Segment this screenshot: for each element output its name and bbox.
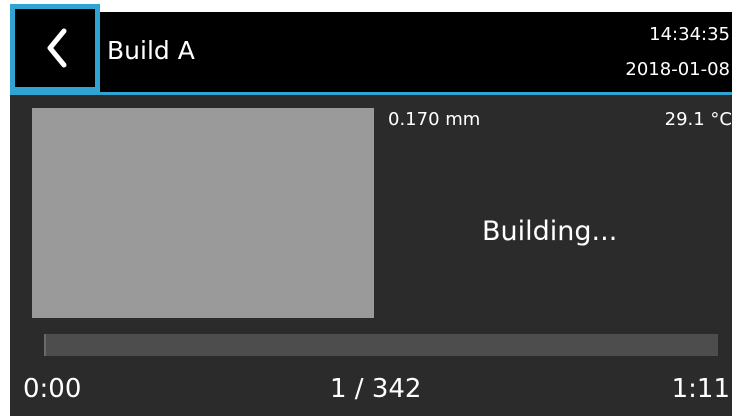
layer-preview-image [32,108,374,318]
build-status: Building... [482,216,618,247]
layer-thickness: 0.170 mm [388,109,481,130]
clock-date: 2018-01-08 [625,59,730,80]
printer-screen: Build A 14:34:35 2018-01-08 0.170 mm 29.… [10,12,732,416]
layer-counter: 1 / 342 [330,374,422,404]
remaining-time: 1:11 [671,374,730,404]
back-button[interactable] [10,4,100,92]
clock-time: 14:34:35 [649,24,730,45]
progress-bar [44,334,718,356]
header-divider [10,92,732,95]
progress-fill [44,334,47,356]
elapsed-time: 0:00 [23,374,82,404]
header-bar: Build A 14:34:35 2018-01-08 [10,12,732,92]
temperature-readout: 29.1 °C [664,109,732,130]
page-title: Build A [107,36,195,65]
